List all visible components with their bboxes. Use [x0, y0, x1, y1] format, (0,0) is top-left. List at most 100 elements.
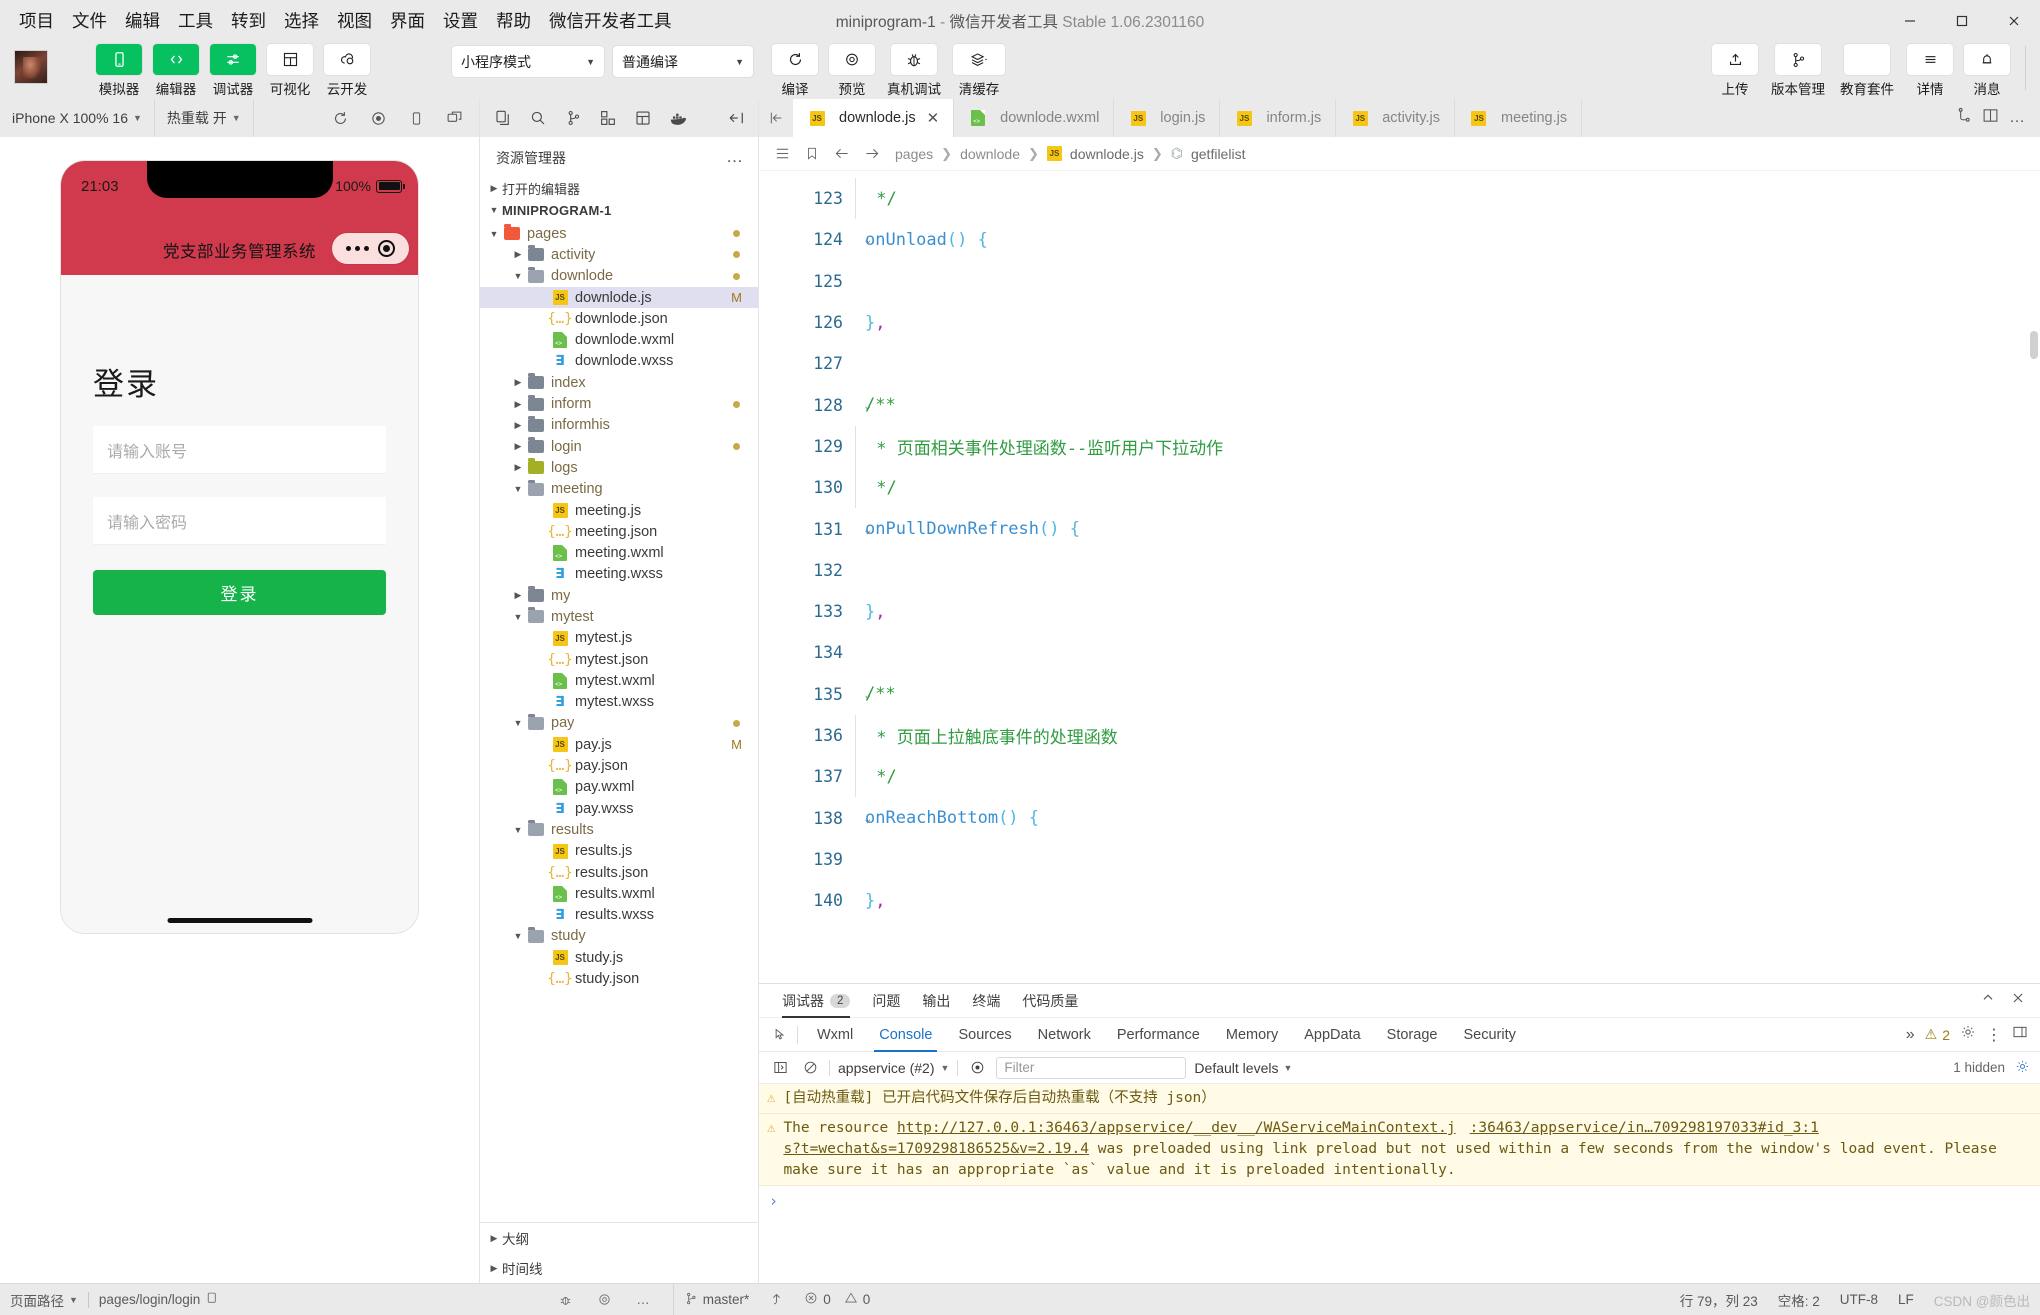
breadcrumb-symbol[interactable]: getfilelist: [1191, 146, 1245, 162]
editor-tab-bar[interactable]: JS downlode.js ✕ downlode.wxml JS login.js JS i…: [759, 99, 2040, 137]
code-line[interactable]: /**: [855, 674, 2040, 715]
console-sidebar-icon[interactable]: [769, 1057, 791, 1079]
chevron-right-icon[interactable]: ▶: [510, 441, 526, 452]
tree-item[interactable]: ▼ mytest: [480, 606, 758, 627]
status-page-path-select[interactable]: 页面路径 ▼: [0, 1284, 88, 1315]
breadcrumb-file[interactable]: downlode.js: [1070, 146, 1144, 162]
toolbar-preview[interactable]: 预览: [827, 44, 877, 98]
devtools-tab[interactable]: Security: [1450, 1018, 1528, 1052]
devtools-tab-bar[interactable]: Wxml Console Sources Network Performance Memo…: [759, 1018, 2040, 1052]
tree-item[interactable]: pay.wxml: [480, 777, 758, 798]
code-line[interactable]: * 页面相关事件处理函数--监听用户下拉动作: [855, 425, 2040, 468]
detach-window-icon[interactable]: [435, 99, 473, 137]
code-line[interactable]: [855, 839, 2040, 880]
maximize-button[interactable]: [1936, 0, 1988, 42]
debugger-tab[interactable]: 代码质量: [1011, 984, 1089, 1018]
menu-item-settings[interactable]: 设置: [434, 7, 487, 36]
tree-item[interactable]: results.wxml: [480, 883, 758, 904]
tree-item[interactable]: meeting.wxml: [480, 542, 758, 563]
inspect-element-icon[interactable]: [769, 1024, 791, 1046]
editor-tab[interactable]: downlode.wxml: [954, 99, 1115, 137]
devtools-settings-icon[interactable]: [1960, 1024, 1976, 1045]
code-line[interactable]: * 页面上拉触底事件的处理函数: [855, 714, 2040, 757]
forward-arrow-icon[interactable]: [861, 143, 883, 165]
testing-icon[interactable]: [628, 103, 658, 133]
tree-item[interactable]: {…} pay.json: [480, 755, 758, 776]
tree-item[interactable]: JS mytest.js: [480, 628, 758, 649]
menu-item-edit[interactable]: 编辑: [116, 7, 169, 36]
tree-item[interactable]: ∃ downlode.wxss: [480, 351, 758, 372]
devtools-more-icon[interactable]: ⋮: [1986, 1025, 2002, 1045]
chevron-down-icon[interactable]: ▼: [510, 718, 526, 728]
toolbar-details[interactable]: 详情: [1905, 44, 1955, 98]
breadcrumb-downlode[interactable]: downlode: [960, 146, 1020, 162]
code-line[interactable]: [855, 343, 2040, 384]
explorer-more-icon[interactable]: [722, 103, 752, 133]
menu-item-project[interactable]: 项目: [10, 7, 63, 36]
menu-item-view[interactable]: 视图: [328, 7, 381, 36]
code-line[interactable]: },: [855, 591, 2040, 632]
toolbar-compile[interactable]: 编译: [770, 44, 820, 98]
tab-collapse-icon[interactable]: [759, 99, 793, 137]
devtools-tab[interactable]: Sources: [945, 1018, 1024, 1052]
tree-item[interactable]: downlode.wxml: [480, 329, 758, 350]
code-line[interactable]: [855, 261, 2040, 302]
toolbar-debugger[interactable]: 调试器: [208, 44, 258, 98]
console-prompt[interactable]: ›: [759, 1186, 2040, 1216]
editor-tab[interactable]: JS meeting.js: [1454, 99, 1583, 137]
tree-item[interactable]: JS pay.js M: [480, 734, 758, 755]
tree-item[interactable]: ▼ downlode: [480, 266, 758, 287]
file-tree[interactable]: ▼ pages ▶ activity ▼ downlode JS downlode.js M …: [480, 221, 758, 1222]
console-levels-select[interactable]: Default levels ▼: [1194, 1060, 1292, 1076]
code-content[interactable]: */onUnload() { }, /** * 页面相关事件处理函数--监听用户…: [855, 171, 2040, 983]
menu-item-ui[interactable]: 界面: [381, 7, 434, 36]
editor-tab[interactable]: JS inform.js: [1220, 99, 1337, 137]
docker-icon[interactable]: [663, 103, 693, 133]
devtools-tab[interactable]: Performance: [1104, 1018, 1213, 1052]
minimize-button[interactable]: [1884, 0, 1936, 42]
tree-item[interactable]: JS study.js: [480, 947, 758, 968]
editor-tab[interactable]: JS activity.js: [1336, 99, 1455, 137]
bookmark-icon[interactable]: [801, 143, 823, 165]
hotreload-select[interactable]: 热重载 开 ▼: [155, 99, 254, 137]
toolbar-cloud[interactable]: 云开发: [322, 44, 372, 98]
tree-item[interactable]: ▼ pay: [480, 713, 758, 734]
password-input[interactable]: 请输入密码: [93, 497, 386, 545]
code-line[interactable]: onPullDownRefresh() {: [855, 508, 2040, 549]
split-diff-icon[interactable]: [1955, 107, 1972, 129]
clear-console-icon[interactable]: [799, 1057, 821, 1079]
tree-item[interactable]: {…} mytest.json: [480, 649, 758, 670]
chevron-down-icon[interactable]: ▼: [510, 931, 526, 941]
record-icon[interactable]: [359, 99, 397, 137]
tree-item[interactable]: ∃ pay.wxss: [480, 798, 758, 819]
editor-tab[interactable]: JS downlode.js ✕: [793, 99, 955, 137]
chevron-right-icon[interactable]: ▶: [510, 420, 526, 431]
tree-item[interactable]: JS results.js: [480, 841, 758, 862]
toolbar-upload[interactable]: 上传: [1710, 44, 1760, 98]
devtools-overflow-icon[interactable]: »: [1906, 1026, 1915, 1044]
devtools-tab[interactable]: Network: [1025, 1018, 1104, 1052]
debugger-tab[interactable]: 终端: [961, 984, 1011, 1018]
toolbar-visualization[interactable]: 可视化: [265, 44, 315, 98]
toolbar-clearcache[interactable]: 清缓存: [951, 44, 1007, 98]
tree-item[interactable]: ▶ activity: [480, 244, 758, 265]
open-editors-section[interactable]: ▶ 打开的编辑器: [480, 177, 758, 199]
status-indentation[interactable]: 空格: 2: [1768, 1284, 1830, 1315]
console-link-source[interactable]: :36463/appservice/in…709298197033#id_3:1: [1470, 1120, 1819, 1136]
project-root-section[interactable]: ▼ MINIPROGRAM-1: [480, 199, 758, 221]
console-link-primary[interactable]: http://127.0.0.1:36463/appservice/__dev_…: [897, 1120, 1456, 1136]
timeline-section[interactable]: ▶ 时间线: [480, 1253, 758, 1283]
close-panel-icon[interactable]: [2010, 990, 2026, 1011]
chevron-down-icon[interactable]: ▼: [510, 484, 526, 494]
extensions-icon[interactable]: [593, 103, 623, 133]
status-eye-icon[interactable]: [587, 1284, 622, 1315]
code-line[interactable]: /**: [855, 384, 2040, 425]
editor-tab[interactable]: JS login.js: [1114, 99, 1221, 137]
code-editor[interactable]: 123 124 ⌄ 125 126 127 128 ⌄ 129 130 131 ⌄ 132 133 134 1…: [759, 171, 2040, 983]
breadcrumb-pages[interactable]: pages: [895, 146, 933, 162]
console-context-select[interactable]: appservice (#2) ▼: [838, 1060, 949, 1076]
debugger-tab[interactable]: 调试器 2: [771, 984, 861, 1018]
chevron-right-icon[interactable]: ▶: [510, 590, 526, 601]
tree-item[interactable]: mytest.wxml: [480, 670, 758, 691]
code-line[interactable]: */: [855, 756, 2040, 798]
